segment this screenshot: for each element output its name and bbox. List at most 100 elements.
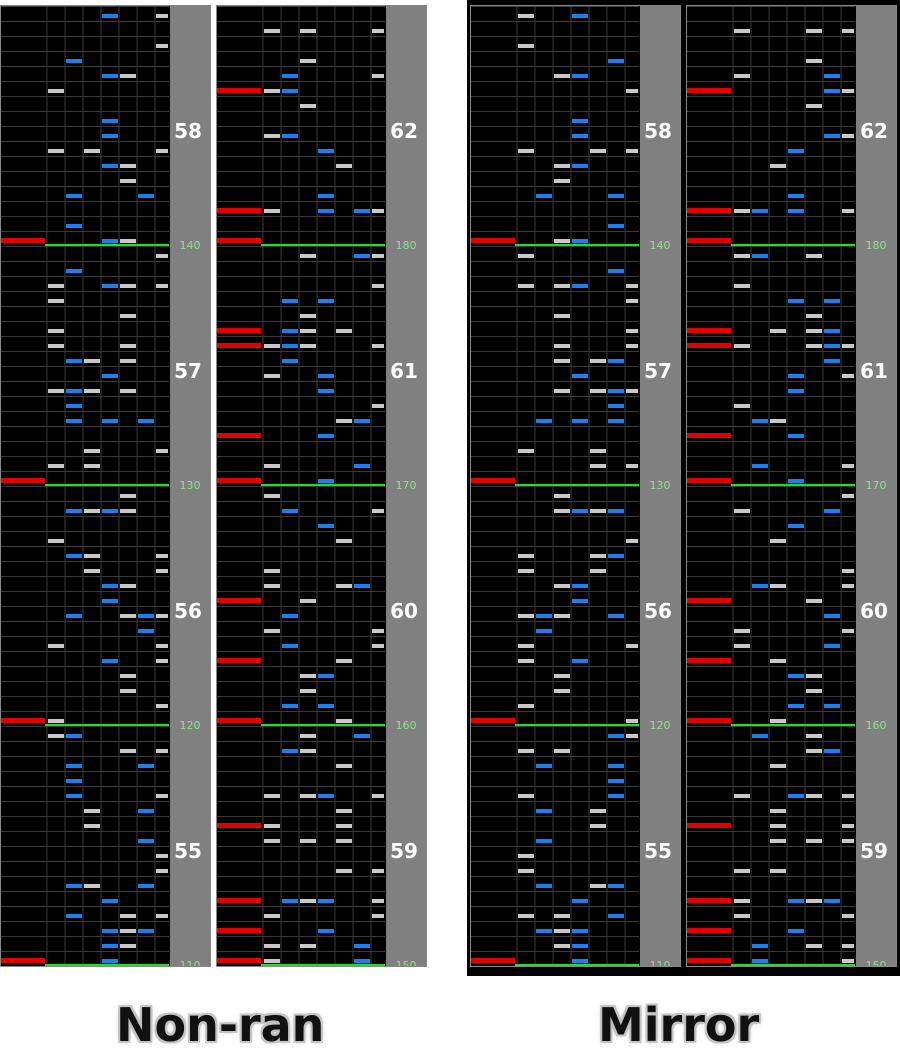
- note-lanes: [687, 6, 855, 966]
- measure-gutter: 58 140 57 130 56 120 55 110: [640, 6, 680, 966]
- scratch-note: [217, 328, 261, 333]
- measure-number: 62: [860, 119, 888, 143]
- white-key-note: [734, 644, 750, 648]
- blue-key-note: [824, 89, 840, 93]
- white-key-note: [590, 389, 606, 393]
- blue-key-note: [608, 764, 624, 768]
- bpm-marker: 150: [865, 959, 887, 967]
- white-key-note: [372, 629, 384, 633]
- white-key-note: [372, 794, 384, 798]
- blue-key-note: [608, 779, 624, 783]
- white-key-note: [156, 914, 168, 918]
- blue-key-note: [102, 944, 118, 948]
- blue-key-note: [788, 524, 804, 528]
- white-key-note: [518, 149, 534, 153]
- white-key-note: [518, 749, 534, 753]
- white-key-note: [626, 539, 638, 543]
- white-key-note: [806, 254, 822, 258]
- blue-key-note: [102, 239, 118, 243]
- blue-key-note: [354, 734, 370, 738]
- chart-panel-mirror-measures-55-58: 58 140 57 130 56 120 55 110: [470, 5, 681, 967]
- blue-key-note: [318, 794, 334, 798]
- scratch-note: [687, 238, 731, 243]
- blue-key-note: [572, 284, 588, 288]
- white-key-note: [84, 569, 100, 573]
- white-key-note: [626, 344, 638, 348]
- white-key-note: [336, 539, 352, 543]
- white-key-note: [770, 419, 786, 423]
- white-key-note: [120, 74, 136, 78]
- white-key-note: [372, 644, 384, 648]
- white-key-note: [48, 299, 64, 303]
- blue-key-note: [572, 239, 588, 243]
- white-key-note: [300, 29, 316, 33]
- measure-number: 58: [644, 119, 672, 143]
- blue-key-note: [102, 599, 118, 603]
- white-key-note: [372, 899, 384, 903]
- white-key-note: [336, 584, 352, 588]
- white-key-note: [734, 629, 750, 633]
- white-key-note: [48, 89, 64, 93]
- measure-number: 56: [644, 599, 672, 623]
- blue-key-note: [318, 434, 334, 438]
- blue-key-note: [788, 194, 804, 198]
- white-key-note: [48, 149, 64, 153]
- white-key-note: [554, 509, 570, 513]
- blue-key-note: [102, 584, 118, 588]
- scratch-note: [687, 343, 731, 348]
- white-key-note: [84, 809, 100, 813]
- blue-key-note: [102, 509, 118, 513]
- white-key-note: [372, 344, 384, 348]
- blue-key-note: [354, 254, 370, 258]
- white-key-note: [84, 509, 100, 513]
- caption-nonran: Non-ran: [116, 998, 325, 1052]
- white-key-note: [554, 314, 570, 318]
- white-key-note: [372, 404, 384, 408]
- white-key-note: [842, 89, 854, 93]
- white-key-note: [554, 944, 570, 948]
- white-key-note: [626, 389, 638, 393]
- white-key-note: [518, 869, 534, 873]
- white-key-note: [554, 929, 570, 933]
- white-key-note: [842, 629, 854, 633]
- white-key-note: [842, 824, 854, 828]
- blue-key-note: [608, 224, 624, 228]
- blue-key-note: [318, 299, 334, 303]
- scratch-note: [471, 238, 515, 243]
- blue-key-note: [66, 269, 82, 273]
- white-key-note: [842, 584, 854, 588]
- blue-key-note: [66, 779, 82, 783]
- white-key-note: [336, 764, 352, 768]
- white-key-note: [626, 719, 638, 723]
- white-key-note: [842, 914, 854, 918]
- white-key-note: [554, 614, 570, 618]
- white-key-note: [590, 824, 606, 828]
- white-key-note: [264, 914, 280, 918]
- blue-key-note: [282, 299, 298, 303]
- blue-key-note: [788, 374, 804, 378]
- white-key-note: [264, 464, 280, 468]
- bpm-marker: 110: [649, 959, 671, 967]
- blue-key-note: [608, 389, 624, 393]
- white-key-note: [590, 809, 606, 813]
- blue-key-note: [788, 434, 804, 438]
- bpm-marker: 120: [179, 719, 201, 732]
- measure-gutter: 58 140 57 130 56 120 55 110: [170, 6, 210, 966]
- white-key-note: [120, 689, 136, 693]
- white-key-note: [518, 284, 534, 288]
- white-key-note: [156, 854, 168, 858]
- blue-key-note: [318, 929, 334, 933]
- blue-key-note: [102, 14, 118, 18]
- scratch-note: [217, 958, 261, 963]
- white-key-note: [120, 164, 136, 168]
- white-key-note: [518, 449, 534, 453]
- white-key-note: [734, 869, 750, 873]
- white-key-note: [554, 914, 570, 918]
- white-key-note: [300, 734, 316, 738]
- blue-key-note: [66, 224, 82, 228]
- white-key-note: [734, 209, 750, 213]
- white-key-note: [300, 59, 316, 63]
- scratch-note: [687, 88, 731, 93]
- measure-number: 60: [390, 599, 418, 623]
- white-key-note: [336, 659, 352, 663]
